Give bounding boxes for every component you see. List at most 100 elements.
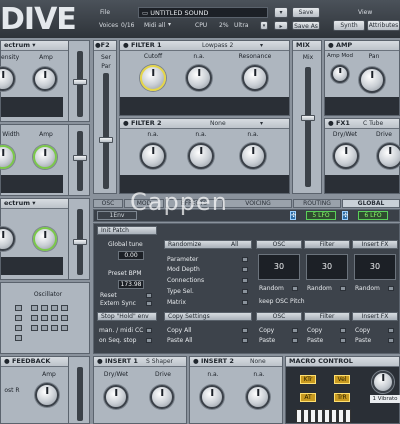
quality-select[interactable]: Ultra xyxy=(234,22,249,29)
osc-cell[interactable] xyxy=(15,305,22,311)
osc-cell[interactable] xyxy=(41,325,48,331)
macro-ktr-button[interactable]: KTr xyxy=(300,375,316,384)
paste-all-button[interactable] xyxy=(242,338,248,343)
mod-source-lfo6[interactable]: 6 LFO xyxy=(358,211,388,220)
osc-top-slider-cap[interactable] xyxy=(73,79,87,85)
reset-toggle[interactable] xyxy=(146,293,152,298)
on-seq-stop-toggle[interactable] xyxy=(146,338,152,343)
insert1-type-select[interactable]: S Shaper xyxy=(146,357,173,366)
quality-dropdown-icon[interactable]: ▾ xyxy=(260,21,268,30)
extern-sync-toggle[interactable] xyxy=(146,301,152,306)
feedback-amp-knob[interactable] xyxy=(35,383,59,407)
attributes-tab[interactable]: Attributes xyxy=(367,20,400,31)
osc-low-knob1[interactable] xyxy=(0,227,15,251)
filter1-type-select[interactable]: Lowpass 2 xyxy=(202,41,233,50)
osc-cell[interactable] xyxy=(41,305,48,311)
amp-mod-knob[interactable] xyxy=(331,65,349,83)
osc-cell[interactable] xyxy=(31,325,38,331)
paste-insertfx-button[interactable] xyxy=(388,338,394,343)
init-patch-button[interactable]: Init Patch xyxy=(97,226,157,235)
random-osc-amount[interactable]: 30 xyxy=(258,254,300,280)
resonance-knob[interactable] xyxy=(242,65,268,91)
connections-toggle[interactable] xyxy=(242,278,248,283)
filter1-type-dropdown-icon[interactable]: ▾ xyxy=(260,41,263,50)
keyboard-key[interactable] xyxy=(324,409,330,423)
save-dropdown-icon[interactable]: ▾ xyxy=(274,7,288,18)
save-arrow-icon[interactable]: ▸ xyxy=(274,21,288,30)
macro-trr-button[interactable]: TrR xyxy=(334,393,350,402)
copy-osc-button[interactable] xyxy=(292,328,298,333)
keyboard-key[interactable] xyxy=(317,409,323,423)
feedback-slider-track[interactable] xyxy=(77,367,83,421)
tab-osc[interactable]: OSC xyxy=(93,199,123,208)
preset-bpm-value[interactable]: 173.98 xyxy=(118,280,144,289)
fx1-drive-knob[interactable] xyxy=(377,143,400,169)
tab-global[interactable]: GLOBAL xyxy=(342,199,400,208)
keyboard-key[interactable] xyxy=(345,409,351,423)
insert1-drive-knob[interactable] xyxy=(150,385,174,409)
filter2-led-icon[interactable]: ● xyxy=(123,119,129,127)
osc-mid-slider-track[interactable] xyxy=(77,131,83,191)
tab-voicing[interactable]: VOICING xyxy=(224,199,292,208)
random-filter-button[interactable] xyxy=(340,286,346,291)
fx1-drywet-knob[interactable] xyxy=(333,143,359,169)
osc-cell[interactable] xyxy=(61,325,68,331)
mod-drag-icon[interactable]: ✣ xyxy=(290,211,296,220)
paste-osc-button[interactable] xyxy=(292,338,298,343)
mix-slider-cap[interactable] xyxy=(301,115,315,121)
f2-slider-track[interactable] xyxy=(103,73,109,189)
copy-filter-button[interactable] xyxy=(340,328,346,333)
osc-mid-slider-cap[interactable] xyxy=(73,155,87,161)
save-as-button[interactable]: Save As xyxy=(292,21,320,30)
matrix-toggle[interactable] xyxy=(242,300,248,305)
file-menu[interactable]: File xyxy=(100,9,110,16)
filter2-type-dropdown-icon[interactable]: ▾ xyxy=(260,119,263,128)
type-sel-toggle[interactable] xyxy=(242,289,248,294)
filter2-knob3[interactable] xyxy=(240,143,266,169)
osc-cell[interactable] xyxy=(61,305,68,311)
random-filter-amount[interactable]: 30 xyxy=(306,254,348,280)
f2-slider-cap[interactable] xyxy=(99,137,113,143)
filter2-type-select[interactable]: None xyxy=(210,119,226,128)
man-midi-toggle[interactable] xyxy=(146,328,152,333)
fx1-led-icon[interactable]: ● xyxy=(328,119,334,127)
parameter-toggle[interactable] xyxy=(242,257,248,262)
tab-routing[interactable]: ROUTING xyxy=(293,199,341,208)
random-insertfx-button[interactable] xyxy=(388,286,394,291)
osc-cell[interactable] xyxy=(15,325,22,331)
osc-top-dropdown[interactable]: ectrum xyxy=(4,41,30,49)
insert1-drywet-knob[interactable] xyxy=(104,385,128,409)
insert2-type-select[interactable]: None xyxy=(250,357,266,366)
sound-name-field[interactable]: ▭ UNTITLED SOUND xyxy=(138,7,268,18)
osc-cell[interactable] xyxy=(31,315,38,321)
random-insertfx-amount[interactable]: 30 xyxy=(354,254,396,280)
osc-low-amp-knob[interactable] xyxy=(33,227,57,251)
midi-dropdown-icon[interactable]: ▾ xyxy=(168,21,171,28)
keyboard-key[interactable] xyxy=(338,409,344,423)
mod-depth-toggle[interactable] xyxy=(242,267,248,272)
osc-cell[interactable] xyxy=(51,315,58,321)
osc-top-amp-knob[interactable] xyxy=(33,67,57,91)
osc-cell[interactable] xyxy=(61,315,68,321)
width-knob[interactable] xyxy=(0,145,15,169)
random-osc-button[interactable] xyxy=(292,286,298,291)
keyboard-key[interactable] xyxy=(296,409,302,423)
randomize-all-button[interactable]: All xyxy=(231,241,238,249)
osc-cell[interactable] xyxy=(41,315,48,321)
feedback-led-icon[interactable]: ● xyxy=(4,357,10,365)
osc-cell[interactable] xyxy=(15,315,22,321)
filter1-knob2[interactable] xyxy=(186,65,212,91)
keyboard-key[interactable] xyxy=(310,409,316,423)
mix-slider-track[interactable] xyxy=(305,67,311,187)
midi-channel-select[interactable]: Midi all xyxy=(144,22,165,29)
filter2-knob1[interactable] xyxy=(140,143,166,169)
copy-all-button[interactable] xyxy=(242,328,248,333)
save-button[interactable]: Save xyxy=(292,7,320,18)
filter1-led-icon[interactable]: ● xyxy=(123,41,129,49)
osc-cell[interactable] xyxy=(31,305,38,311)
keyboard-key[interactable] xyxy=(303,409,309,423)
osc-low-dropdown[interactable]: ectrum xyxy=(4,199,30,207)
mod-source-lfo5[interactable]: 5 LFO xyxy=(306,211,336,220)
osc-cell[interactable] xyxy=(51,325,58,331)
insert2-knob1[interactable] xyxy=(200,385,224,409)
